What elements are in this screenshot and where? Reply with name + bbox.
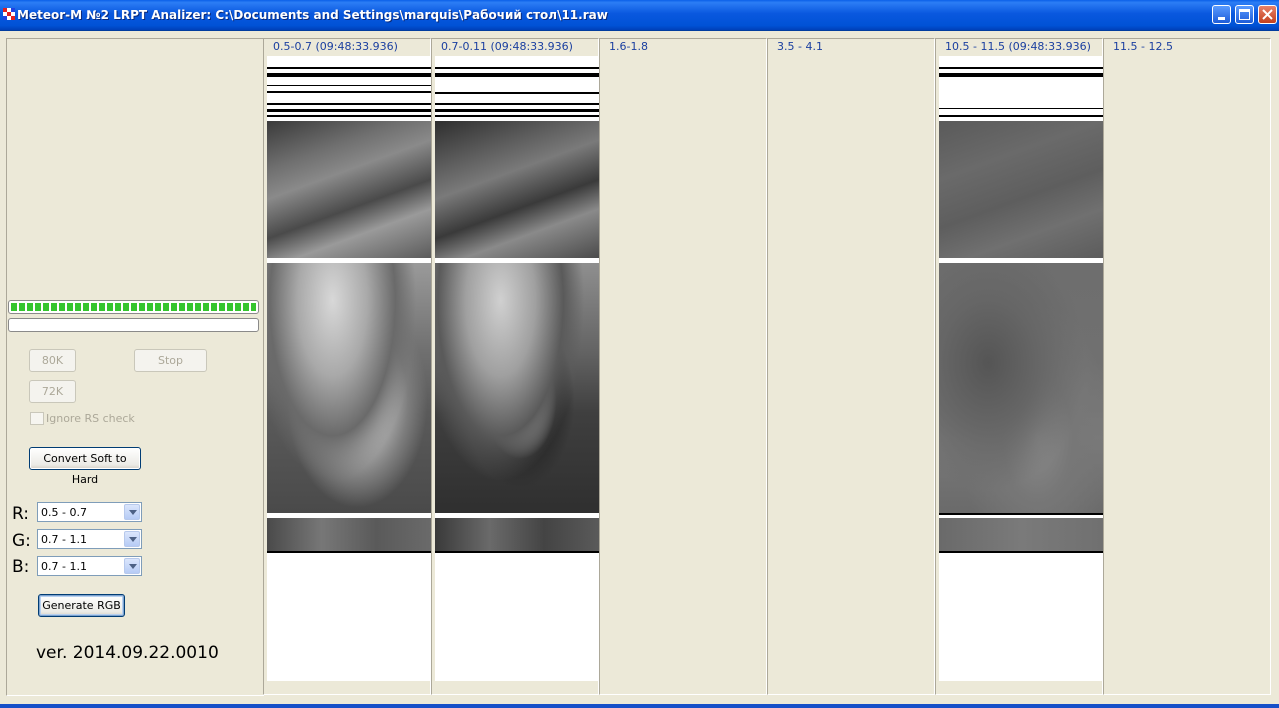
- channel-label: 10.5 - 11.5 (09:48:33.936): [945, 40, 1091, 53]
- channel-label: 1.6-1.8: [609, 40, 648, 53]
- app-icon[interactable]: [3, 8, 15, 20]
- ignore-rs-label: Ignore RS check: [46, 412, 135, 425]
- green-channel-value: 0.7 - 1.1: [41, 533, 87, 546]
- close-button[interactable]: [1258, 5, 1277, 24]
- channel-panel-0: 0.5-0.7 (09:48:33.936): [263, 38, 431, 695]
- maximize-button[interactable]: [1235, 5, 1254, 24]
- window-title: Meteor-M №2 LRPT Analizer: C:\Documents …: [17, 8, 608, 22]
- minimize-icon: [1218, 17, 1225, 20]
- version-label: ver. 2014.09.22.0010: [36, 643, 219, 663]
- convert-soft-to-hard-button[interactable]: Convert Soft to Hard: [29, 447, 141, 486]
- red-channel-value: 0.5 - 0.7: [41, 506, 87, 519]
- progress-fill: [11, 303, 256, 311]
- red-channel-label: R:: [12, 504, 30, 524]
- ignore-rs-checkbox[interactable]: [30, 412, 44, 425]
- channel-panel-2: 1.6-1.8: [599, 38, 767, 695]
- blue-channel-value: 0.7 - 1.1: [41, 560, 87, 573]
- chevron-down-icon[interactable]: [124, 504, 140, 520]
- blue-channel-select[interactable]: 0.7 - 1.1: [37, 556, 142, 576]
- red-channel-select[interactable]: 0.5 - 0.7: [37, 502, 142, 522]
- window-bottom-border: [0, 704, 1279, 708]
- 72k-button[interactable]: 72K: [29, 380, 76, 403]
- maximize-icon: [1239, 9, 1250, 20]
- channel-label: 11.5 - 12.5: [1113, 40, 1173, 53]
- green-channel-select[interactable]: 0.7 - 1.1: [37, 529, 142, 549]
- green-channel-label: G:: [12, 531, 31, 551]
- channel-label: 0.7-0.11 (09:48:33.936): [441, 40, 573, 53]
- 80k-button[interactable]: 80K: [29, 349, 76, 372]
- channel-image[interactable]: [435, 56, 599, 681]
- blue-channel-label: B:: [12, 557, 30, 577]
- channel-panel-4: 10.5 - 11.5 (09:48:33.936): [935, 38, 1103, 695]
- minimize-button[interactable]: [1212, 5, 1231, 24]
- chevron-down-icon[interactable]: [124, 558, 140, 574]
- channel-panel-1: 0.7-0.11 (09:48:33.936): [431, 38, 599, 695]
- channel-panel-5: 11.5 - 12.5: [1103, 38, 1271, 695]
- channel-image[interactable]: [939, 56, 1103, 681]
- stop-button[interactable]: Stop: [134, 349, 207, 372]
- channel-label: 0.5-0.7 (09:48:33.936): [273, 40, 398, 53]
- chevron-down-icon[interactable]: [124, 531, 140, 547]
- channel-image[interactable]: [267, 56, 431, 681]
- title-bar[interactable]: Meteor-M №2 LRPT Analizer: C:\Documents …: [0, 0, 1279, 31]
- channel-panel-3: 3.5 - 4.1: [767, 38, 935, 695]
- generate-rgb-button[interactable]: Generate RGB: [38, 594, 125, 617]
- signal-progress-bar: [8, 300, 259, 314]
- decode-progress-bar: [8, 318, 259, 332]
- close-icon: [1262, 9, 1273, 20]
- channel-label: 3.5 - 4.1: [777, 40, 823, 53]
